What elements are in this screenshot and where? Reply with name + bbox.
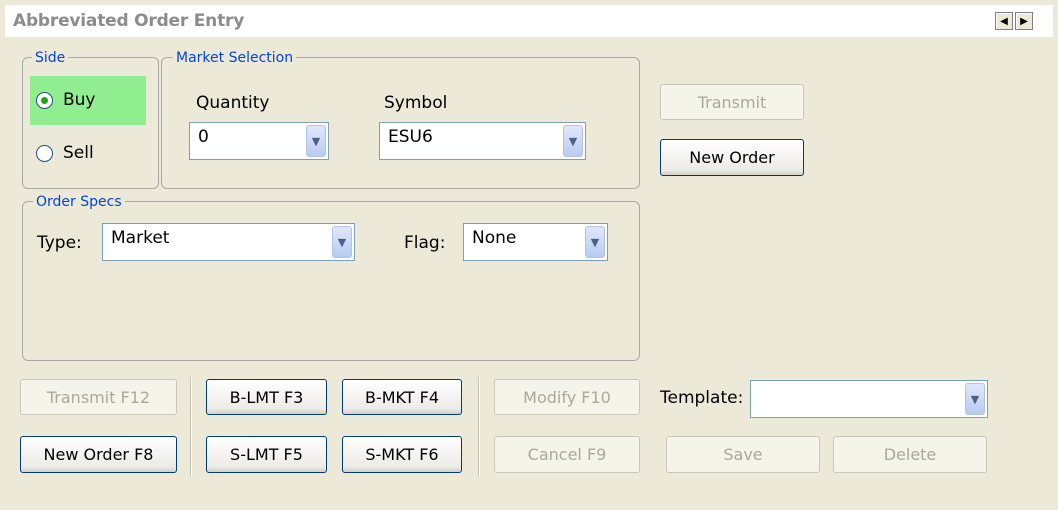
s-lmt-f5-button[interactable]: S-LMT F5 — [206, 436, 327, 473]
sell-radio-option[interactable]: Sell — [36, 143, 94, 163]
chevron-down-icon[interactable]: ▼ — [563, 125, 583, 157]
symbol-combo[interactable]: ESU6 ▼ — [379, 122, 586, 160]
window-title: Abbreviated Order Entry — [13, 11, 245, 31]
separator — [190, 377, 191, 477]
type-label: Type: — [37, 233, 82, 253]
chevron-down-icon[interactable]: ▼ — [585, 226, 605, 258]
flag-combo[interactable]: None ▼ — [463, 223, 608, 261]
new-order-button[interactable]: New Order — [660, 139, 804, 176]
template-combo[interactable]: ▼ — [750, 380, 988, 418]
flag-value: None — [472, 228, 517, 248]
side-legend: Side — [32, 50, 69, 66]
delete-button[interactable]: Delete — [833, 436, 987, 473]
quantity-value: 0 — [198, 127, 209, 147]
sell-radio[interactable] — [36, 144, 53, 162]
order-specs-legend: Order Specs — [33, 194, 125, 210]
new-order-f8-button[interactable]: New Order F8 — [20, 436, 177, 473]
b-mkt-f4-button[interactable]: B-MKT F4 — [342, 379, 462, 415]
modify-f10-button[interactable]: Modify F10 — [494, 379, 640, 415]
chevron-down-icon[interactable]: ▼ — [965, 383, 985, 415]
left-arrow-icon[interactable]: ◀ — [995, 12, 1013, 30]
symbol-value: ESU6 — [388, 127, 433, 147]
save-button[interactable]: Save — [666, 436, 820, 473]
sell-label: Sell — [63, 143, 94, 163]
quantity-combo[interactable]: 0 ▼ — [189, 122, 329, 160]
separator — [478, 377, 479, 477]
s-mkt-f6-button[interactable]: S-MKT F6 — [342, 436, 462, 473]
b-lmt-f3-button[interactable]: B-LMT F3 — [206, 379, 327, 415]
symbol-label: Symbol — [384, 93, 448, 113]
transmit-f12-button[interactable]: Transmit F12 — [20, 379, 177, 415]
type-combo[interactable]: Market ▼ — [102, 223, 355, 261]
type-value: Market — [111, 228, 170, 248]
market-selection-legend: Market Selection — [173, 50, 297, 66]
chevron-down-icon[interactable]: ▼ — [306, 125, 326, 157]
right-arrow-icon[interactable]: ▶ — [1015, 12, 1033, 30]
template-label: Template: — [660, 388, 744, 408]
title-bar: Abbreviated Order Entry ◀ ▶ — [5, 5, 1053, 37]
transmit-button[interactable]: Transmit — [660, 84, 804, 120]
flag-label: Flag: — [404, 233, 446, 253]
buy-label: Buy — [63, 90, 96, 110]
buy-radio[interactable] — [36, 91, 53, 109]
cancel-f9-button[interactable]: Cancel F9 — [494, 436, 640, 473]
buy-radio-option[interactable]: Buy — [36, 90, 96, 110]
chevron-down-icon[interactable]: ▼ — [332, 226, 352, 258]
quantity-label: Quantity — [196, 93, 270, 113]
